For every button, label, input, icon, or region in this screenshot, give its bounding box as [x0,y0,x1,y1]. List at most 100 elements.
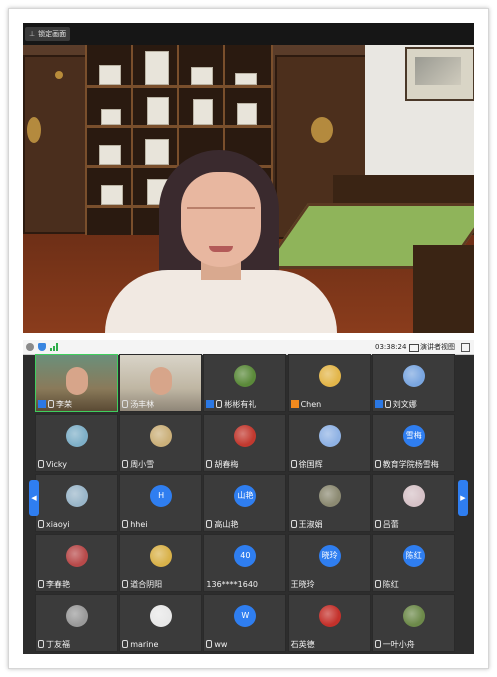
participant-name: 胡春梅 [206,459,238,470]
mic-icon [374,520,381,528]
participant-name: Vicky [38,459,67,470]
participant-name-label: 吕蕾 [382,520,399,529]
participant-tile[interactable]: 陈红 陈红 [371,534,455,592]
participant-tile[interactable]: 雪梅 教育学院杨雪梅 [371,414,455,472]
participant-tile[interactable]: 一叶小舟 [371,594,455,652]
participant-tile[interactable]: 王淑娟 [287,474,371,532]
participant-name: 徐国辉 [290,459,323,470]
participant-name: 王淑娟 [290,519,323,530]
shield-icon[interactable] [38,343,46,351]
participant-avatar: H [150,485,173,507]
speaker-view-button[interactable]: 演讲者视图 [408,341,455,353]
participant-name-label: Chen [300,400,322,409]
participant-tile[interactable]: Www [203,594,287,652]
participant-name-label: 王淑娟 [298,520,323,529]
participant-name-label: xiaoyi [46,520,70,529]
participant-name: ww [206,639,227,650]
mic-icon [122,580,129,588]
participant-avatar [66,425,88,447]
participant-avatar [402,485,425,507]
fullscreen-icon[interactable] [461,343,470,352]
host-badge-icon [206,400,215,408]
participant-name-label: 陈红 [382,580,399,589]
participant-avatar [318,425,341,447]
speaker-video[interactable]: ⊥ 锁定画面 [23,23,474,333]
participant-tile[interactable]: 40 136****1640 [203,534,287,592]
participant-tile[interactable]: 山艳 高山艳 [203,474,287,532]
participant-name: xiaoyi [38,519,70,530]
participant-tile[interactable]: 李荣 [35,354,118,412]
participant-avatar [402,365,425,387]
participant-tile[interactable]: Hhhei [119,474,203,532]
participant-name: 丁友福 [38,639,70,650]
mic-icon [122,460,129,468]
mic-icon [38,520,44,528]
participant-avatar: W [234,605,257,627]
participant-avatar [150,425,173,447]
speaker-topbar: ⊥ 锁定画面 [23,23,474,45]
participant-name: 一叶小舟 [374,639,415,650]
participant-name: 道合阴阳 [122,579,162,590]
participant-avatar [150,605,173,627]
mic-icon [38,640,44,648]
participant-name-label: 一叶小舟 [382,640,415,649]
host-badge-icon [374,400,383,408]
participant-tile[interactable]: 丁友福 [35,594,118,652]
participant-tile[interactable]: 李春艳 [35,534,118,592]
mic-icon [290,520,297,528]
participant-name: Chen [290,399,322,410]
participant-avatar: 40 [234,545,257,567]
participant-name-label: 李春艳 [46,580,70,589]
host-badge-icon [38,400,46,408]
cohost-badge-icon [290,400,299,408]
participant-avatar [66,485,88,507]
participant-name: 王晓玲 [291,579,315,590]
mic-icon [122,520,129,528]
participant-avatar [234,425,257,447]
participant-tile[interactable]: 石英德 [287,594,371,652]
participant-avatar [66,605,88,627]
mic-icon [384,400,391,408]
participant-tile[interactable]: 胡春梅 [203,414,287,472]
mic-icon [48,400,54,408]
signal-icon[interactable] [50,343,60,351]
participant-name-label: 石英德 [290,640,315,649]
participant-name: 教育学院杨雪梅 [374,459,439,470]
participant-avatar [66,545,88,567]
lock-view-button[interactable]: ⊥ 锁定画面 [25,27,71,41]
participant-tile[interactable]: Chen [287,354,371,412]
prev-page-button[interactable]: ◀ [29,480,39,516]
participant-name: 彬彬有礼 [206,399,256,410]
participant-name: 汤丰林 [122,399,154,410]
participant-name-label: 徐国辉 [298,460,323,469]
participant-avatar: 晓玲 [318,545,341,567]
participant-name-label: marine [130,640,159,649]
participant-name: 高山艳 [206,519,238,530]
mic-icon [374,640,381,648]
participant-tile[interactable]: 汤丰林 [119,354,203,412]
participant-tile[interactable]: 刘文娜 [371,354,455,412]
participant-tile[interactable]: 彬彬有礼 [203,354,287,412]
participant-avatar [234,365,257,387]
participant-name-label: 周小雪 [130,460,155,469]
participant-name-label: 刘文娜 [392,400,417,409]
participant-name-label: 136****1640 [206,580,259,589]
participant-avatar [318,485,341,507]
participant-tile[interactable]: xiaoyi [35,474,118,532]
participant-tile[interactable]: 晓玲王晓玲 [287,534,371,592]
participant-avatar: 陈红 [402,545,425,567]
participant-name-label: 丁友福 [46,640,70,649]
participant-tile[interactable]: marine [119,594,203,652]
mic-icon [122,640,129,648]
participant-tile[interactable]: Vicky [35,414,118,472]
participant-name-label: 王晓玲 [290,580,315,589]
participant-name: 吕蕾 [374,519,399,530]
participant-avatar [318,605,341,627]
participant-name: marine [122,639,158,650]
info-icon[interactable] [26,343,34,351]
next-page-button[interactable]: ▶ [458,480,468,516]
participant-tile[interactable]: 道合阴阳 [119,534,203,592]
participant-tile[interactable]: 周小雪 [119,414,203,472]
participant-tile[interactable]: 徐国辉 [287,414,371,472]
participant-tile[interactable]: 吕蕾 [371,474,455,532]
